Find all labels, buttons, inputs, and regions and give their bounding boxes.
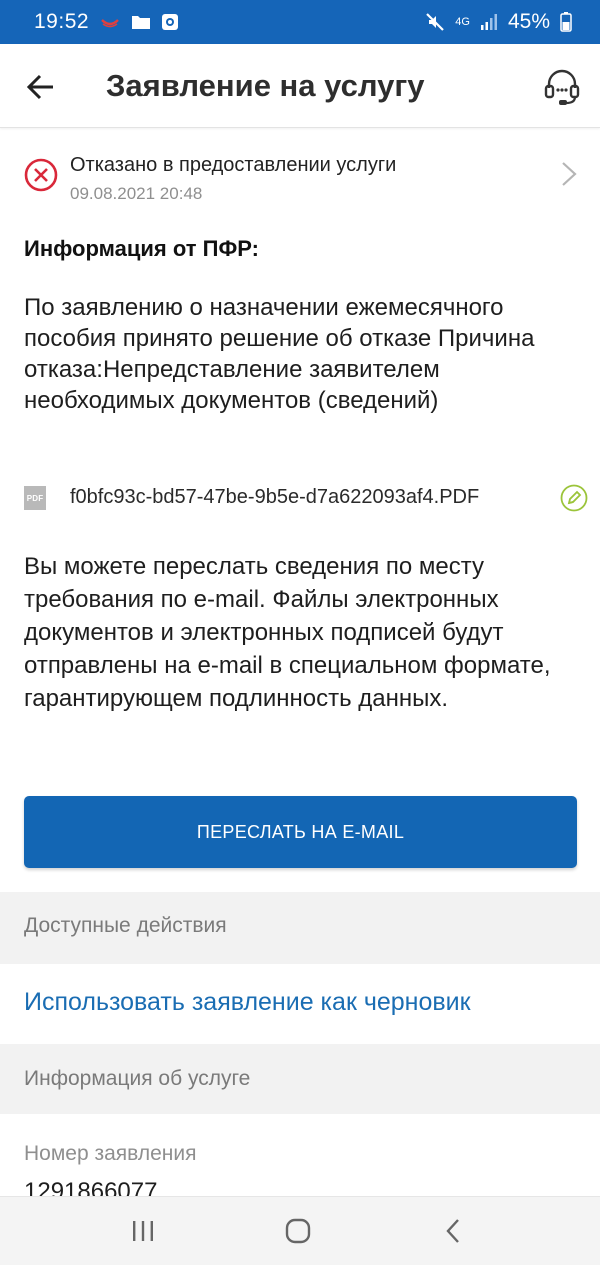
battery-icon [560, 12, 572, 32]
recents-icon[interactable] [130, 1219, 156, 1243]
arrow-left-icon[interactable] [26, 72, 56, 102]
network-type: 4G [455, 15, 470, 28]
screen-record-icon [162, 14, 179, 30]
back-icon[interactable] [444, 1217, 462, 1245]
page-title: Заявление на услугу [106, 68, 425, 103]
status-bar: 19:52 4G 45% [0, 0, 600, 44]
app-header: Заявление на услугу [0, 44, 600, 128]
battery-percent: 45% [507, 10, 550, 33]
pdf-file-icon: PDF [24, 486, 46, 510]
actions-section-title: Доступные действия [24, 914, 227, 937]
rejected-x-icon [24, 158, 58, 192]
pfr-message: По заявлению о назначении ежемесячного п… [24, 294, 535, 414]
status-text: Отказано в предоставлении услуги [70, 154, 397, 176]
email-info-text: Вы можете переслать сведения по месту тр… [24, 553, 551, 712]
home-icon[interactable] [284, 1217, 312, 1245]
headset-icon[interactable] [542, 66, 582, 106]
status-bar-left: 19:52 [34, 10, 179, 34]
status-bar-right: 4G 45% [425, 10, 572, 34]
folder-icon [132, 16, 151, 29]
pfr-heading: Информация от ПФР: [24, 236, 259, 261]
chevron-right-icon [562, 162, 577, 186]
signal-icon [480, 14, 497, 30]
mute-icon [426, 13, 445, 31]
status-date: 09.08.2021 20:48 [70, 184, 203, 203]
attached-file[interactable]: PDF f0bfc93c-bd57-47be-9b5e-d7a622093af4… [0, 480, 600, 520]
service-info-section-title: Информация об услуге [24, 1067, 251, 1090]
application-number-label: Номер заявления [24, 1142, 197, 1165]
messenger-icon [101, 19, 119, 28]
send-email-button[interactable]: ПЕРЕСЛАТЬ НА E-MAIL [24, 796, 577, 868]
status-time: 19:52 [34, 10, 90, 33]
application-status[interactable]: Отказано в предоставлении услуги 09.08.2… [0, 150, 600, 210]
use-as-draft-link[interactable]: Использовать заявление как черновик [24, 988, 471, 1017]
signature-pen-icon[interactable] [560, 484, 588, 512]
file-name[interactable]: f0bfc93c-bd57-47be-9b5e-d7a622093af4.PDF [70, 486, 479, 509]
system-nav-bar [0, 1196, 600, 1265]
